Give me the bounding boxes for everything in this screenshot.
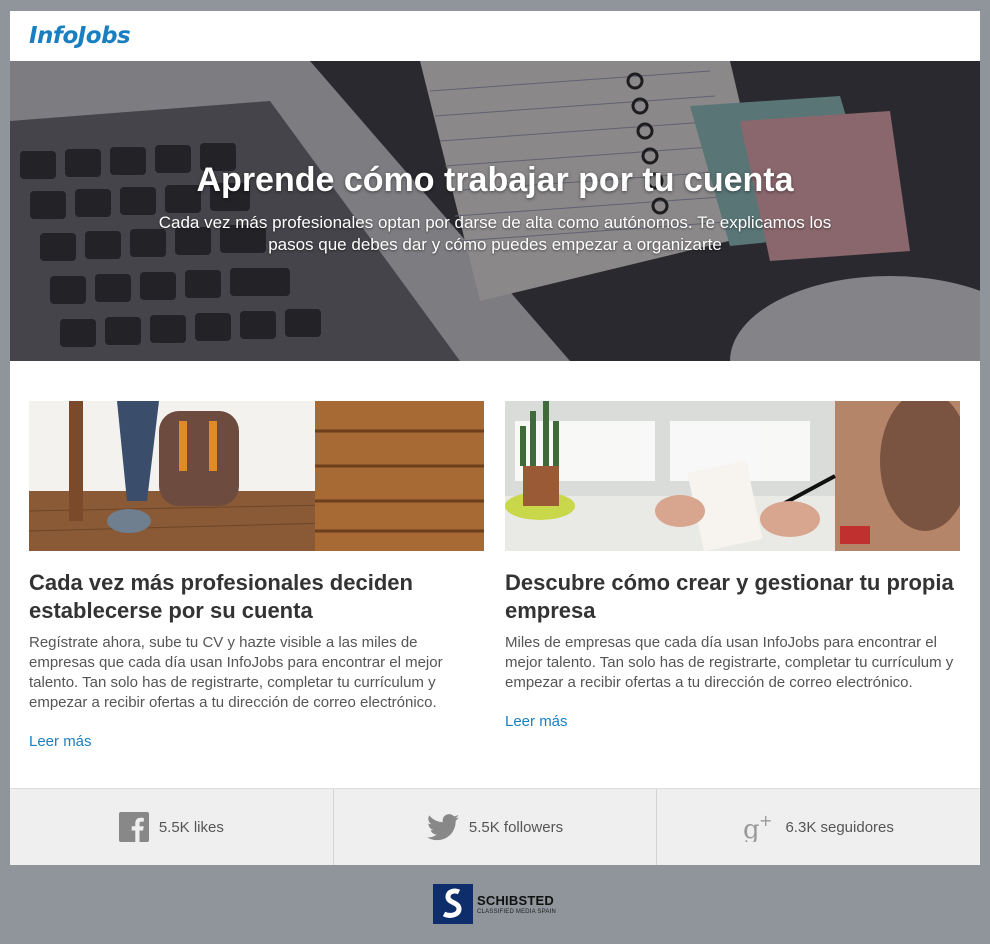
schibsted-tagline: CLASSIFIED MEDIA SPAIN <box>477 908 556 915</box>
article-card: Cada vez más profesionales deciden estab… <box>29 401 485 788</box>
svg-text:g: g <box>743 815 760 842</box>
googleplus-count: 6.3K seguidores <box>785 818 894 836</box>
header: InfoJobs <box>10 11 980 61</box>
social-bar: 5.5K likes 5.5K followers g + 6.3K segui… <box>10 788 980 865</box>
schibsted-icon <box>433 884 473 924</box>
article-image-writing[interactable] <box>505 401 960 551</box>
social-facebook[interactable]: 5.5K likes <box>10 789 333 865</box>
twitter-count: 5.5K followers <box>468 818 564 836</box>
social-twitter[interactable]: 5.5K followers <box>332 789 657 865</box>
article-title[interactable]: Descubre cómo crear y gestionar tu propi… <box>505 569 961 625</box>
read-more-link[interactable]: Leer más <box>29 733 92 750</box>
hero-title: Aprende cómo trabajar por tu cuenta <box>196 161 794 199</box>
schibsted-wordmark: SCHIBSTED CLASSIFIED MEDIA SPAIN <box>477 894 556 915</box>
facebook-icon[interactable] <box>118 812 149 842</box>
article-title[interactable]: Cada vez más profesionales deciden estab… <box>29 569 485 625</box>
article-body: Regístrate ahora, sube tu CV y hazte vis… <box>29 634 443 711</box>
article-image-backpack[interactable] <box>29 401 484 551</box>
facebook-count: 5.5K likes <box>158 818 224 836</box>
twitter-icon[interactable] <box>426 813 459 841</box>
article-body: Miles de empresas que cada día usan Info… <box>505 634 954 691</box>
hero-text: Aprende cómo trabajar por tu cuenta Cada… <box>10 161 980 256</box>
article-card: Descubre cómo crear y gestionar tu propi… <box>505 401 961 788</box>
svg-text:+: + <box>759 812 772 830</box>
articles-section: Cada vez más profesionales deciden estab… <box>10 361 980 788</box>
hero-subtitle: Cada vez más profesionales optan por dar… <box>158 213 832 254</box>
google-plus-icon[interactable]: g + <box>743 812 775 842</box>
schibsted-name: SCHIBSTED <box>477 892 554 908</box>
hero-banner: Aprende cómo trabajar por tu cuenta Cada… <box>10 61 980 361</box>
read-more-link[interactable]: Leer más <box>505 713 568 730</box>
social-googleplus[interactable]: g + 6.3K seguidores <box>656 789 980 865</box>
infojobs-logo[interactable]: InfoJobs <box>29 23 131 49</box>
email-container: InfoJobs Aprende cómo trabajar por tu cu… <box>10 11 980 865</box>
schibsted-logo[interactable]: SCHIBSTED CLASSIFIED MEDIA SPAIN <box>433 884 556 924</box>
